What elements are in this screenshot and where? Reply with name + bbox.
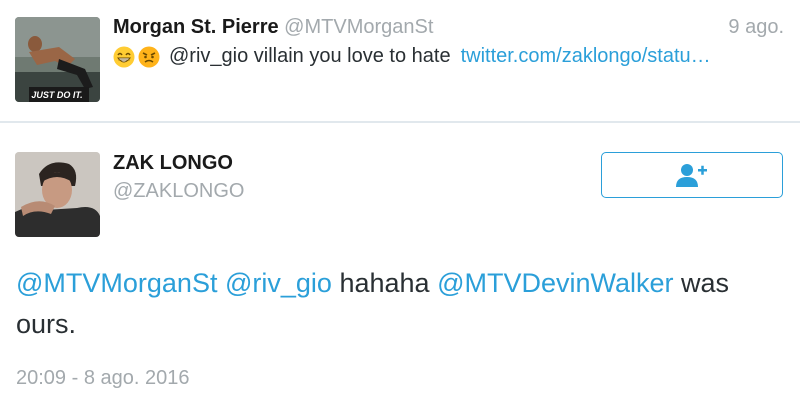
- quoted-text-body: @riv_gio villain you love to hate: [169, 45, 451, 67]
- morgan-avatar[interactable]: JUST DO IT.: [15, 17, 100, 102]
- angry-face-emoji-icon: [138, 46, 160, 68]
- mention-morgan[interactable]: @MTVMorganSt: [16, 268, 217, 298]
- quoted-link[interactable]: twitter.com/zaklongo/statu…: [461, 45, 711, 68]
- author-name[interactable]: ZAK LONGO: [113, 152, 233, 175]
- avatar-caption: JUST DO IT.: [31, 90, 82, 100]
- tweet-text-mid: hahaha: [339, 268, 430, 298]
- mention-devin[interactable]: @MTVDevinWalker: [437, 268, 673, 298]
- quoted-author[interactable]: Morgan St. Pierre @MTVMorganSt: [113, 16, 433, 39]
- grinning-face-emoji-icon: [113, 46, 135, 68]
- quoted-author-handle[interactable]: @MTVMorganSt: [284, 16, 433, 38]
- quoted-text: @riv_gio villain you love to hate twitte…: [113, 45, 785, 68]
- morgan-avatar-image: JUST DO IT.: [15, 17, 100, 102]
- quoted-tweet[interactable]: JUST DO IT. Morgan St. Pierre @MTVMorgan…: [0, 0, 800, 121]
- author-handle[interactable]: @ZAKLONGO: [113, 180, 244, 203]
- zak-avatar-image: [15, 152, 100, 237]
- tweet-text: @MTVMorganSt @riv_gio hahaha @MTVDevinWa…: [16, 263, 786, 345]
- zak-avatar[interactable]: [15, 152, 100, 237]
- divider: [0, 121, 800, 123]
- add-user-icon: [676, 164, 707, 187]
- tweet-timestamp[interactable]: 20:09 - 8 ago. 2016: [16, 367, 189, 390]
- follow-button[interactable]: [601, 152, 783, 198]
- quoted-time: 9 ago.: [728, 16, 784, 38]
- quoted-author-name[interactable]: Morgan St. Pierre: [113, 16, 279, 38]
- mention-rivgio[interactable]: @riv_gio: [225, 268, 332, 298]
